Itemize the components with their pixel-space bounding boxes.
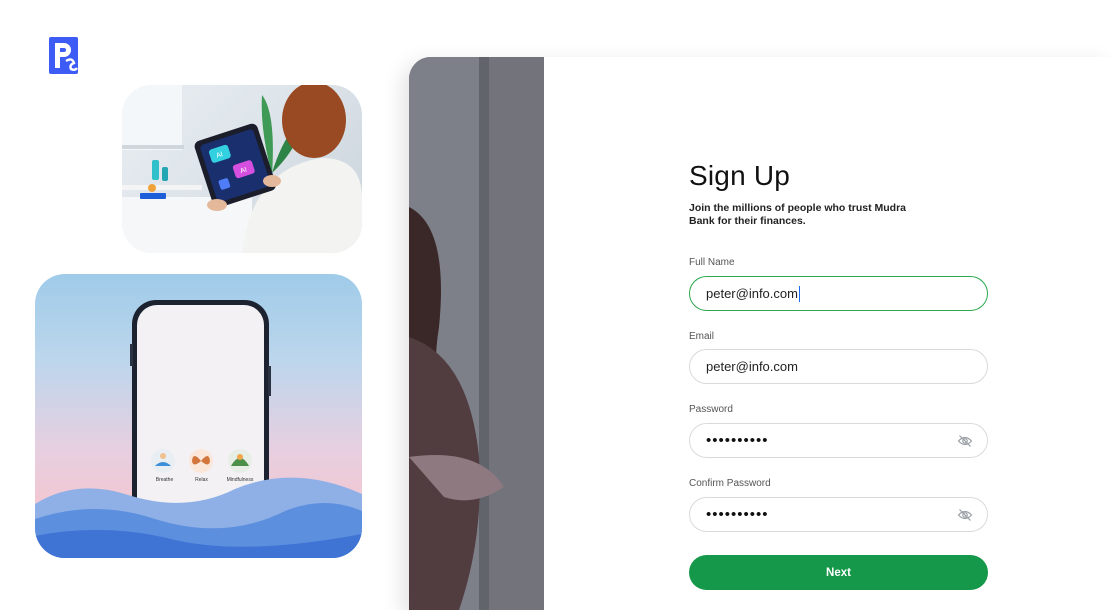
full-name-field[interactable]: peter@info.com	[689, 276, 988, 311]
password-value: ••••••••••	[706, 432, 769, 449]
text-caret	[798, 285, 801, 302]
confirm-password-value: ••••••••••	[706, 506, 769, 523]
page-title: Sign Up	[689, 160, 791, 191]
full-name-value: peter@info.com	[706, 286, 798, 301]
signup-form: Sign Up Join the millions of people who …	[689, 57, 989, 610]
side-photo	[409, 57, 544, 610]
eye-off-icon[interactable]	[957, 507, 973, 523]
app-label-breathe: Breathe	[155, 477, 174, 483]
password-field[interactable]: ••••••••••	[689, 423, 988, 458]
ps-logo-icon[interactable]	[49, 37, 78, 74]
email-field[interactable]: peter@info.com	[689, 349, 988, 384]
confirm-password-label: Confirm Password	[689, 478, 771, 489]
signup-panel: Sign Up Join the millions of people who …	[409, 57, 1110, 610]
eye-off-icon[interactable]	[957, 433, 973, 449]
phone-image-card: Breathe Relax Mindfulness	[35, 274, 362, 558]
page-subtitle: Join the millions of people who trust Mu…	[689, 202, 907, 227]
tablet-illustration: AI AI	[122, 85, 362, 253]
email-label: Email	[689, 331, 715, 342]
email-value: peter@info.com	[706, 359, 798, 374]
app-label-mindfulness: Mindfulness	[226, 477, 254, 483]
full-name-label: Full Name	[689, 257, 735, 268]
next-button[interactable]: Next	[689, 555, 988, 590]
phone-illustration	[35, 300, 362, 558]
app-label-relax: Relax	[195, 477, 208, 483]
tablet-image-card: AI AI	[122, 85, 362, 253]
password-label: Password	[689, 404, 733, 415]
confirm-password-field[interactable]: ••••••••••	[689, 497, 988, 532]
